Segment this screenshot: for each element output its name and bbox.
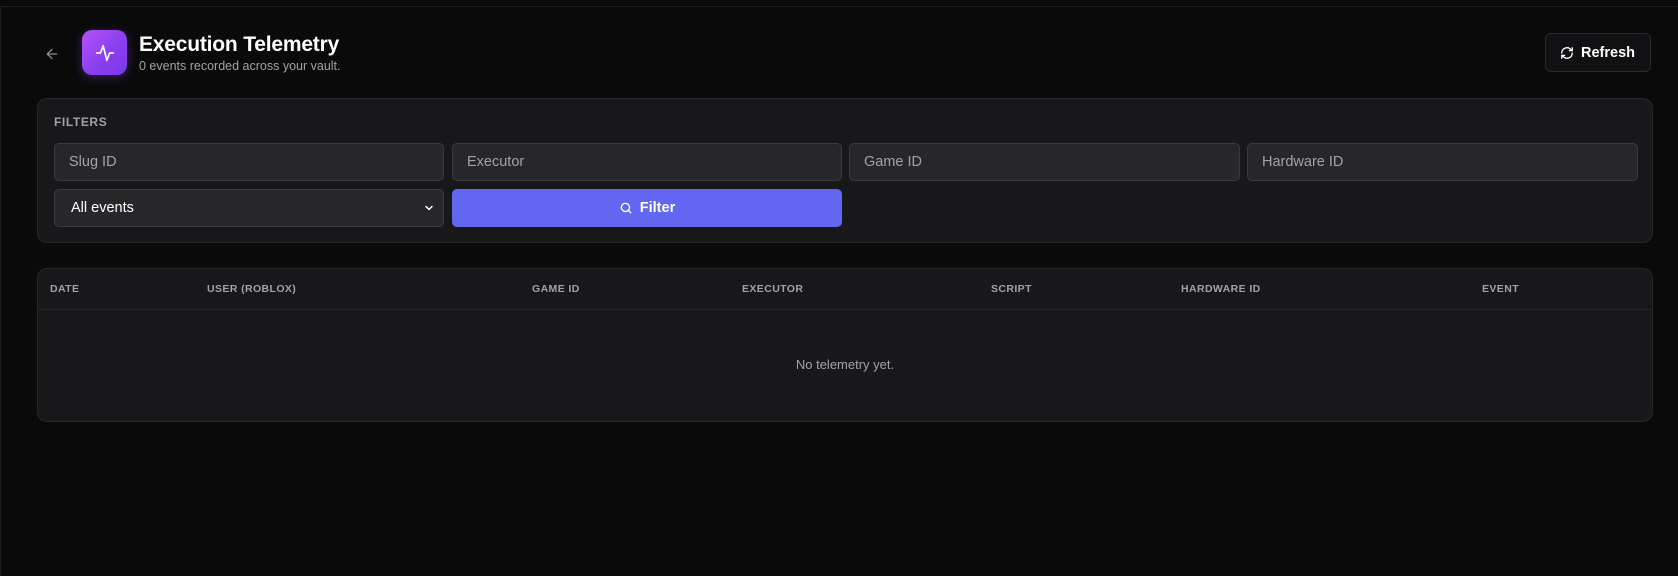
executor-input[interactable] <box>465 153 829 171</box>
filters-heading: FILTERS <box>54 115 108 129</box>
refresh-icon <box>1561 46 1573 59</box>
filters-panel: FILTERS All events Filter <box>37 98 1653 243</box>
telemetry-table: DATE USER (ROBLOX) GAME ID EXECUTOR SCRI… <box>37 268 1653 422</box>
back-button[interactable] <box>41 43 63 65</box>
refresh-label: Refresh <box>1581 44 1635 61</box>
chevron-down-icon <box>425 205 433 211</box>
column-header-script[interactable]: SCRIPT <box>991 283 1032 295</box>
empty-state-message: No telemetry yet. <box>795 357 895 372</box>
slug-id-input[interactable] <box>67 153 431 171</box>
arrow-left-icon <box>46 48 58 60</box>
column-header-hardware-id[interactable]: HARDWARE ID <box>1181 283 1261 295</box>
telemetry-page: Execution Telemetry 0 events recorded ac… <box>0 6 1678 576</box>
page-title: Execution Telemetry <box>139 33 340 56</box>
slug-id-field[interactable] <box>54 143 444 181</box>
page-header: Execution Telemetry 0 events recorded ac… <box>1 7 1678 91</box>
column-header-date[interactable]: DATE <box>50 283 79 295</box>
activity-pulse-icon <box>95 44 114 61</box>
column-header-event[interactable]: EVENT <box>1482 283 1519 295</box>
hardware-id-input[interactable] <box>1260 153 1625 171</box>
executor-field[interactable] <box>452 143 842 181</box>
event-type-select[interactable]: All events <box>54 189 444 227</box>
filter-label: Filter <box>639 200 676 216</box>
column-header-executor[interactable]: EXECUTOR <box>742 283 803 295</box>
column-header-game-id[interactable]: GAME ID <box>532 283 580 295</box>
page-subtitle: 0 events recorded across your vault. <box>139 59 341 73</box>
telemetry-logo <box>82 30 127 75</box>
event-type-value: All events <box>71 200 134 216</box>
game-id-input[interactable] <box>862 153 1227 171</box>
game-id-field[interactable] <box>849 143 1240 181</box>
table-header: DATE USER (ROBLOX) GAME ID EXECUTOR SCRI… <box>38 269 1652 310</box>
filter-button[interactable]: Filter <box>452 189 842 227</box>
hardware-id-field[interactable] <box>1247 143 1638 181</box>
column-header-user[interactable]: USER (ROBLOX) <box>207 283 296 295</box>
refresh-button[interactable]: Refresh <box>1545 33 1651 72</box>
search-icon <box>620 202 632 214</box>
